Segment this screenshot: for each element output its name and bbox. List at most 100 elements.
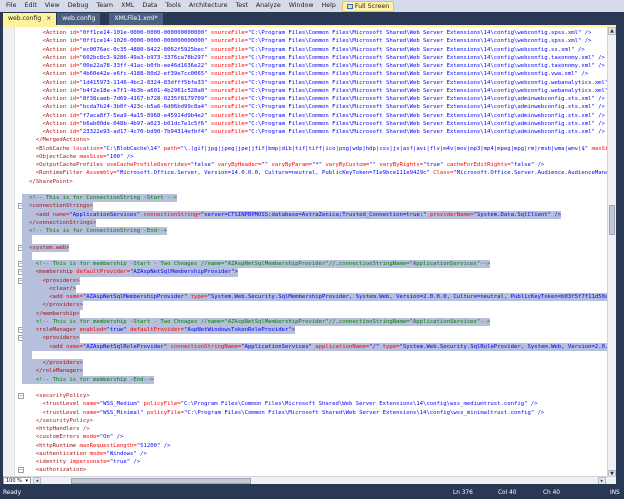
code-line: <Action id="4b60e42e-e6fc-4188-80d2-ef39… [22,70,588,78]
tab-web-config[interactable]: web.config [57,13,101,25]
menu-team[interactable]: Team [92,0,117,12]
line-text: <authentication mode="Windows" /> [22,450,147,458]
selected-text: </membership> [22,309,80,318]
xml-attribute: sourceFile= [210,46,248,53]
menu-tools[interactable]: Tools [161,0,185,12]
line-text: <ObjectCache maxSize="100" /> [22,153,134,161]
xml-tag: <authentication [35,450,90,457]
code-line: <securityPolicy> [22,392,90,400]
xml-attribute: varyByRights= [379,162,424,168]
xml-tag: <Action [42,104,70,111]
xml-value: "23322e93-ad17-4c70-bd90-7b94314efbf4" [79,129,211,135]
xml-value: "C:\Program Files\Common Files\Microsoft… [247,129,605,135]
selected-text [22,235,32,244]
xml-attribute: id= [69,104,80,111]
menu-analyze[interactable]: Analyze [252,0,285,12]
xml-value: "AZAspNetSqlRoleProvider" [82,343,171,350]
xml-attribute: id= [69,96,80,102]
xml-attribute: defaultProvider= [76,269,131,276]
menu-test[interactable]: Test [231,0,251,12]
line-text: <Action id="bcda7b24-3b0f-423c-b5a6-6d06… [22,103,604,111]
close-icon[interactable]: × [46,13,51,25]
code-line: <Action id="8f38caeb-7d69-4167-b728-0235… [22,95,604,103]
line-text: <Action id="b6ab00de-048b-4b97-a023-b01d… [22,120,604,128]
menu-xml[interactable]: XML [117,0,138,12]
selected-text: </roleManager> [22,367,83,376]
xml-attribute: maxRequestLength= [79,442,137,449]
code-line: <identity impersonate="true" /> [22,458,140,466]
xml-tag: <trustLevel [42,401,83,408]
menu-edit[interactable]: Edit [21,0,41,12]
code-line: <clear/> [22,284,77,293]
scroll-right-button[interactable]: ▸ [598,476,606,484]
horizontal-scrollbar[interactable]: ◂ ▸ [31,476,616,484]
xml-tag: <customErrors [35,434,83,441]
xml-value: "602bc8c3-9286-49a3-b973-3376ca78b297" [79,54,211,61]
zoom-level: 100 % [6,477,22,484]
xml-value: "System.Data.SqlClient" /> [473,211,562,218]
status-column: Col 40 [498,490,517,496]
selected-text: </providers> [22,301,83,310]
status-insert-mode: INS [610,490,620,496]
code-line: <connectionStrings> [22,202,93,211]
xml-value: "f7aca8f7-5ea9-4a15-8968-e45914d9b4e2" [79,112,211,119]
selected-text: <roleManager enabled="true" defaultProvi… [22,326,296,335]
menu-debug[interactable]: Debug [64,0,93,12]
horizontal-scroll-thumb[interactable] [71,477,251,484]
code-line: <!-- This is for membership -Start - Two… [22,260,491,269]
xml-tag: <Action [42,120,70,127]
menu-file[interactable]: File [2,0,21,12]
tab-xmlfile1[interactable]: XMLFile1.xml* [109,13,163,25]
code-line: <system.web> [22,243,70,252]
xml-tag: <providers> [42,335,80,342]
line-text: <BlobCache location="C:\BlobCache\14" pa… [22,145,607,153]
xml-tag: <BlobCache [35,145,73,152]
xml-comment: <!-- This is for membership -End--> [35,376,154,383]
menu-window[interactable]: Window [285,0,318,12]
xml-attribute: id= [69,129,80,135]
xml-tag: <Action [42,112,70,119]
xml-attribute: sourceFile= [210,112,248,119]
xml-tag: <Action [42,54,70,61]
xml-attribute: id= [69,79,80,86]
menu-help[interactable]: Help [318,0,340,12]
vertical-scroll-thumb[interactable] [609,205,615,235]
xml-attribute: id= [69,54,80,61]
full-screen-label: Full Screen [354,2,390,10]
line-text: <Action id="1d415973-1146-4bc2-8324-83df… [22,79,607,87]
code-area[interactable]: <Action id="0ff1ce14-101e-0000-0000-0000… [3,27,607,478]
menu-data[interactable]: Data [138,0,161,12]
code-line: <trustLevel name="WSS_Minimal" policyFil… [22,409,544,417]
code-line: <RuntimeFilter Assembly="Microsoft.Offic… [22,169,607,177]
scroll-up-button[interactable]: ▲ [608,27,616,35]
tab-web-config-active[interactable]: web.config × [3,13,57,25]
menu-architecture[interactable]: Architecture [185,0,232,12]
full-screen-button[interactable]: Full Screen [341,0,395,12]
xml-value: "true" /> [109,459,141,465]
code-line: </providers> [22,359,83,368]
code-line: <!-- This is for membership -End--> [22,375,154,384]
xml-attribute: mode= [82,434,100,441]
xml-comment: <!-- This is for ConnectionString -End--… [29,228,168,234]
xml-value: "C:\BlobCache\14" [103,145,164,152]
xml-tag: <Action [42,30,70,36]
code-line: <Action id="f7aca8f7-5ea9-4a15-8968-e459… [22,112,604,120]
xml-attribute: maxSize [591,145,607,152]
line-text: </securityPolicy> [22,417,93,425]
line-text: <Action id="23322e93-ad17-4c70-bd90-7b94… [22,128,605,136]
code-line: <!-- This is for ConnectionString -Start… [22,194,178,203]
xml-value: "Microsoft.Office.Server.Audience.Audien… [453,170,607,177]
code-line: <Action id="00e22a78-33ff-41ac-b0fb-ee46… [22,62,604,70]
line-text: <Action id="8f38caeb-7d69-4167-b728-0235… [22,95,604,103]
zoom-select[interactable]: 100 % ▾ [3,476,31,484]
menu-view[interactable]: View [41,0,64,12]
code-line: <add name="ApplicationServices" connecti… [22,210,562,219]
code-line: <customErrors mode="On" /> [22,433,124,441]
xml-tag: <system.web> [29,244,70,251]
line-text: <securityPolicy> [22,392,90,400]
scroll-left-button[interactable]: ◂ [33,476,41,484]
xml-editor[interactable]: −−−−−−−−− <Action id="0ff1ce14-101e-0000… [3,25,616,484]
xml-attribute: name= [52,211,70,218]
vertical-scrollbar[interactable]: ▲ ▼ [607,27,616,478]
xml-tag: </roleManager> [35,368,83,375]
